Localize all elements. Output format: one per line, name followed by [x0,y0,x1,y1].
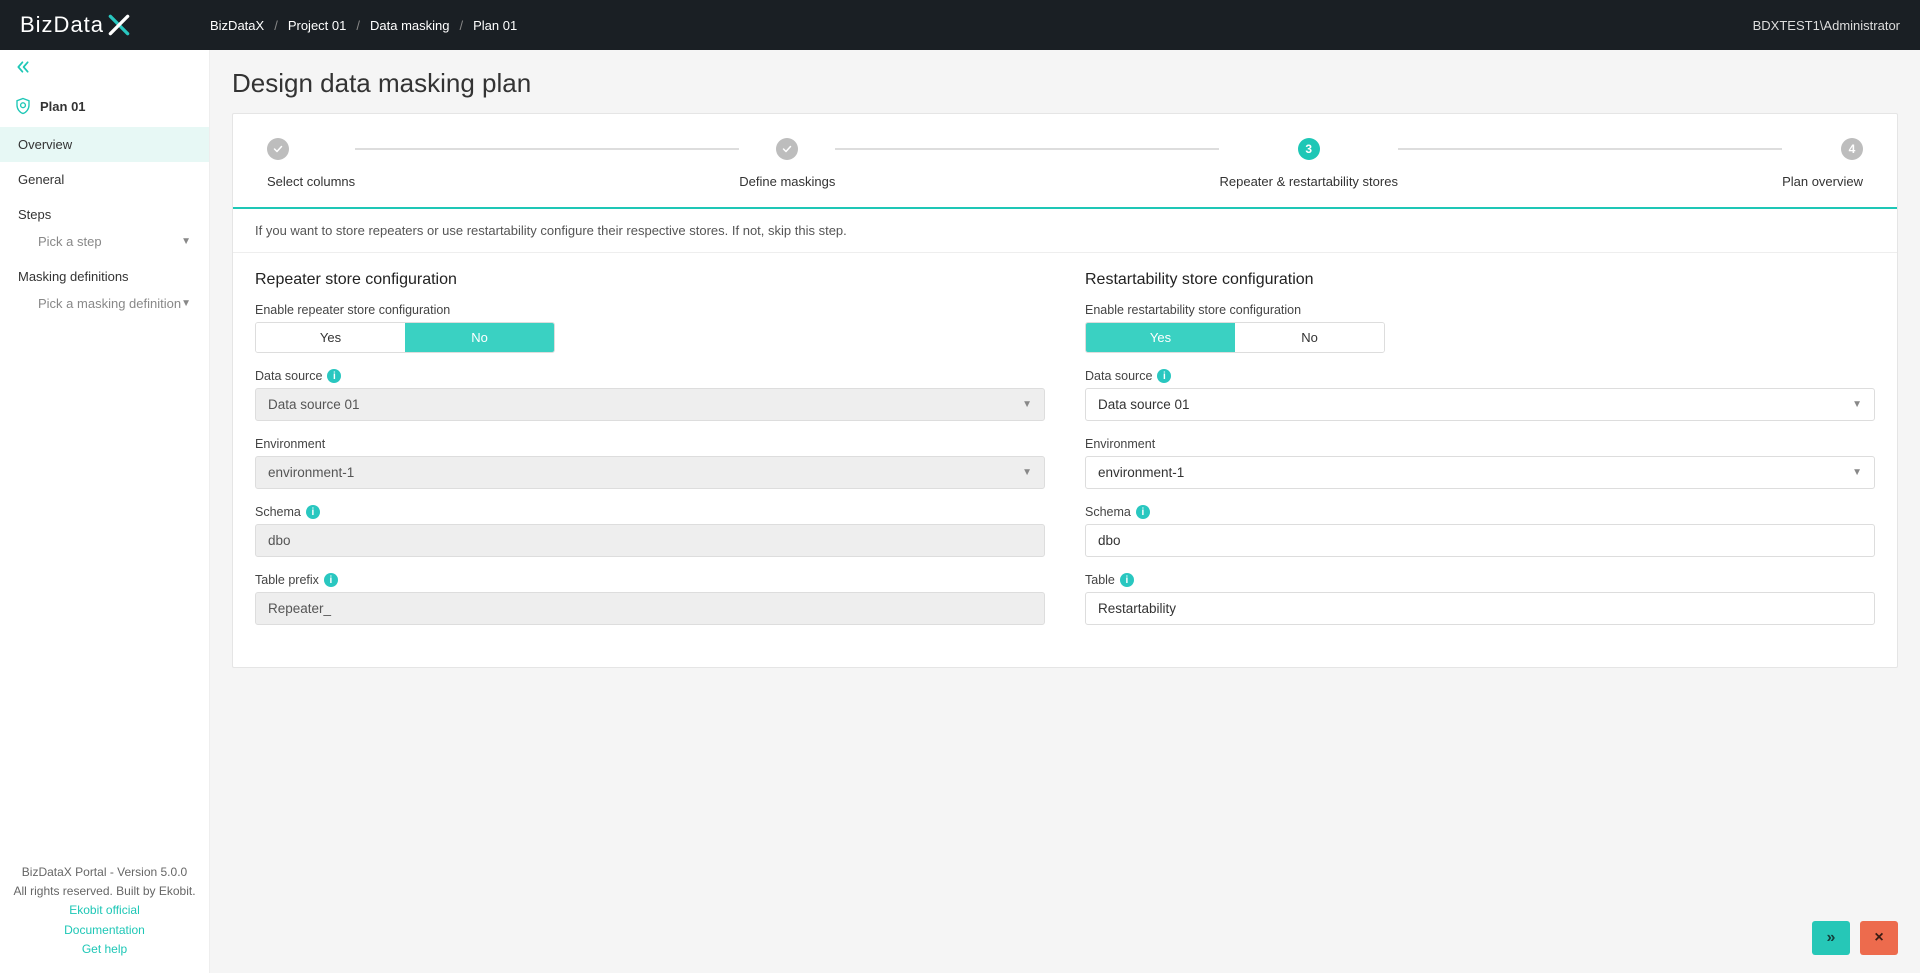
step-4-circle: 4 [1841,138,1863,160]
repeater-prefix-input[interactable]: Repeater_ [255,592,1045,625]
logo-text: BizData [20,12,104,38]
repeater-schema-label: Schema i [255,505,1045,519]
sidebar-footer: BizDataX Portal - Version 5.0.0 All righ… [0,853,209,973]
step-2-label: Define maskings [739,174,835,189]
breadcrumb-plan[interactable]: Plan 01 [473,18,517,33]
restart-table-label: Table i [1085,573,1875,587]
restart-enable-no[interactable]: No [1235,323,1384,352]
logo-x-icon [106,12,132,38]
action-buttons: » × [1812,921,1898,955]
step-4[interactable]: 4 Plan overview [1782,138,1863,189]
repeater-enable-toggle: Yes No [255,322,555,353]
info-icon[interactable]: i [1136,505,1150,519]
repeater-environment-select[interactable]: environment-1 ▼ [255,456,1045,489]
footer-rights: All rights reserved. Built by Ekobit. [6,882,203,901]
chevron-down-icon: ▼ [1852,399,1862,410]
check-icon [272,143,284,155]
chevron-down-icon: ▼ [181,298,191,309]
sidebar: Plan 01 Overview General Steps Pick a st… [0,50,210,973]
footer-link-help[interactable]: Get help [6,940,203,959]
chevron-down-icon: ▼ [1852,467,1862,478]
restart-enable-toggle: Yes No [1085,322,1385,353]
info-icon[interactable]: i [1157,369,1171,383]
chevron-down-icon: ▼ [181,236,191,247]
repeater-enable-no[interactable]: No [405,323,554,352]
repeater-datasource-select[interactable]: Data source 01 ▼ [255,388,1045,421]
sidebar-item-overview[interactable]: Overview [0,127,209,162]
restart-environment-label: Environment [1085,437,1875,451]
breadcrumb-root[interactable]: BizDataX [210,18,264,33]
current-user[interactable]: BDXTEST1\Administrator [1753,18,1900,33]
info-icon[interactable]: i [324,573,338,587]
sidebar-plan-name: Plan 01 [40,99,86,114]
next-button[interactable]: » [1812,921,1850,955]
restart-title: Restartability store configuration [1085,271,1875,289]
repeater-schema-input[interactable]: dbo [255,524,1045,557]
repeater-enable-yes[interactable]: Yes [256,323,405,352]
stepper: Select columns Define maskings 3 Repeate… [233,114,1897,209]
sidebar-collapse-button[interactable] [0,50,209,87]
page-title: Design data masking plan [232,68,1898,99]
sidebar-steps-select[interactable]: Pick a step ▼ [0,226,209,259]
step-3-circle: 3 [1298,138,1320,160]
info-strip: If you want to store repeaters or use re… [233,209,1897,253]
breadcrumb: BizDataX / Project 01 / Data masking / P… [210,18,517,33]
repeater-column: Repeater store configuration Enable repe… [255,271,1045,641]
repeater-enable-label: Enable repeater store configuration [255,303,1045,317]
step-3-label: Repeater & restartability stores [1219,174,1397,189]
restart-enable-yes[interactable]: Yes [1086,323,1235,352]
sidebar-item-general[interactable]: General [0,162,209,197]
footer-link-docs[interactable]: Documentation [6,921,203,940]
sidebar-masking-select[interactable]: Pick a masking definition ▼ [0,288,209,321]
step-1-circle [267,138,289,160]
breadcrumb-section[interactable]: Data masking [370,18,449,33]
sidebar-section-steps: Steps [0,197,209,226]
cancel-button[interactable]: × [1860,921,1898,955]
restart-column: Restartability store configuration Enabl… [1085,271,1875,641]
restart-enable-label: Enable restartability store configuratio… [1085,303,1875,317]
footer-link-official[interactable]: Ekobit official [6,901,203,920]
step-3[interactable]: 3 Repeater & restartability stores [1219,138,1397,189]
restart-schema-label: Schema i [1085,505,1875,519]
step-1-label: Select columns [267,174,355,189]
footer-version: BizDataX Portal - Version 5.0.0 [6,863,203,882]
repeater-title: Repeater store configuration [255,271,1045,289]
check-icon [781,143,793,155]
sidebar-plan-header[interactable]: Plan 01 [0,87,209,127]
restart-environment-select[interactable]: environment-1 ▼ [1085,456,1875,489]
chevron-down-icon: ▼ [1022,467,1032,478]
double-chevron-left-icon [14,60,32,74]
restart-schema-input[interactable]: dbo [1085,524,1875,557]
step-2-circle [776,138,798,160]
wizard-card: Select columns Define maskings 3 Repeate… [232,113,1898,668]
sidebar-section-masking: Masking definitions [0,259,209,288]
step-1[interactable]: Select columns [267,138,355,189]
main-content: Design data masking plan Select columns … [210,50,1920,973]
restart-table-input[interactable]: Restartability [1085,592,1875,625]
info-icon[interactable]: i [327,369,341,383]
repeater-environment-label: Environment [255,437,1045,451]
top-bar: BizData BizDataX / Project 01 / Data mas… [0,0,1920,50]
shield-icon [14,97,32,115]
restart-datasource-select[interactable]: Data source 01 ▼ [1085,388,1875,421]
breadcrumb-project[interactable]: Project 01 [288,18,347,33]
restart-datasource-label: Data source i [1085,369,1875,383]
sidebar-steps-placeholder: Pick a step [38,234,102,249]
chevron-down-icon: ▼ [1022,399,1032,410]
step-2[interactable]: Define maskings [739,138,835,189]
step-4-label: Plan overview [1782,174,1863,189]
repeater-datasource-label: Data source i [255,369,1045,383]
info-icon[interactable]: i [1120,573,1134,587]
info-icon[interactable]: i [306,505,320,519]
logo[interactable]: BizData [20,12,210,38]
sidebar-masking-placeholder: Pick a masking definition [38,296,181,311]
repeater-prefix-label: Table prefix i [255,573,1045,587]
